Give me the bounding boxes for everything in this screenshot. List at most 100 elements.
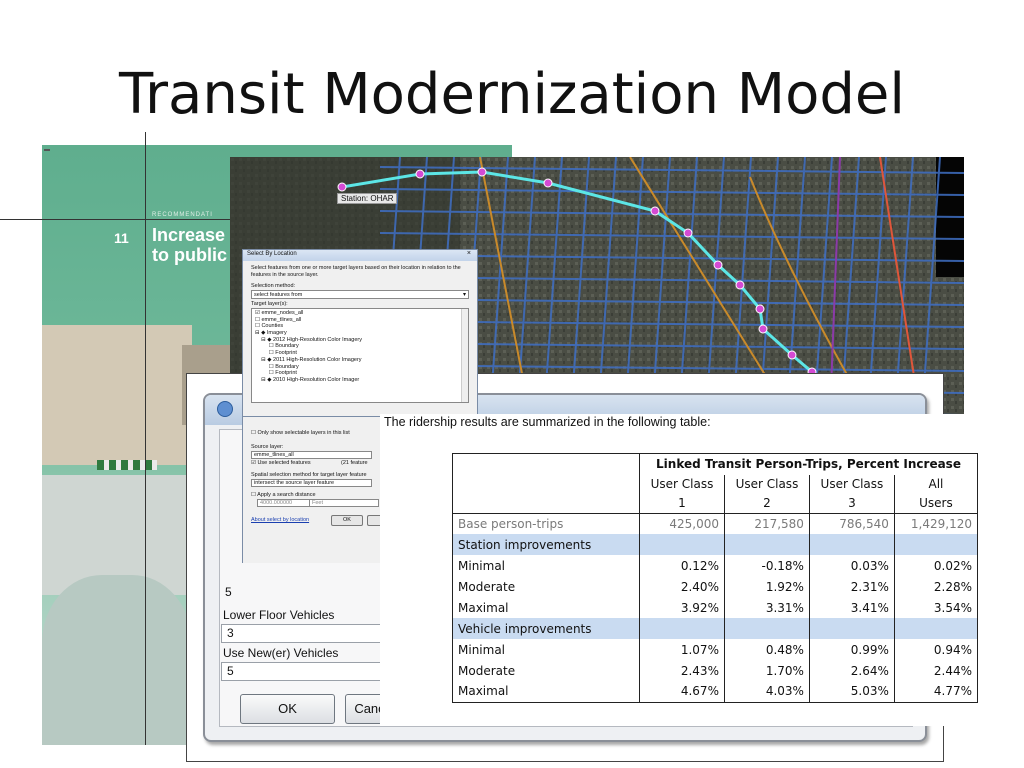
layer-list-item[interactable]: ☐ emme_tlines_all xyxy=(255,317,465,324)
table-row: Maximal 4.67% 4.03% 5.03% 4.77% xyxy=(453,681,978,702)
sbl-cancel-button[interactable] xyxy=(367,515,380,526)
about-link[interactable]: About select by location xyxy=(251,517,309,523)
table-cell xyxy=(893,534,978,555)
station-marker[interactable] xyxy=(683,228,693,238)
sbl-ok-button[interactable]: OK xyxy=(331,515,363,526)
dialog-description: Select features from one or more target … xyxy=(251,265,461,278)
poster-building xyxy=(42,325,192,465)
feature-count: (21 feature xyxy=(341,460,368,466)
station-marker[interactable] xyxy=(337,182,347,192)
table-cell xyxy=(723,534,810,555)
layer-list-item[interactable]: ☐ Footprint xyxy=(255,350,465,357)
row-label: Minimal xyxy=(458,558,506,573)
layer-list-item[interactable]: ☐ Counties xyxy=(255,323,465,330)
table-cell: 0.12% xyxy=(639,555,725,576)
table-cell: 2.43% xyxy=(639,660,725,681)
corner-cell xyxy=(453,454,640,475)
selection-method-select[interactable]: select features from ▾ xyxy=(251,290,469,299)
use-selected-row: ☑ Use selected features (21 feature xyxy=(243,459,380,467)
table-cell: 3.54% xyxy=(893,597,978,618)
table-cell: 3.92% xyxy=(639,597,725,618)
column-header-line: Users xyxy=(919,495,953,510)
table-row: Station improvements xyxy=(452,534,978,555)
target-layers-label: Target layer(s): xyxy=(251,301,288,307)
row-label: Moderate xyxy=(458,663,516,678)
station-marker[interactable] xyxy=(713,260,723,270)
chevron-down-icon: ▾ xyxy=(462,292,466,298)
table-cell: 2.64% xyxy=(808,660,895,681)
table-cell: 1,429,120 xyxy=(893,513,978,534)
poster-awning xyxy=(97,460,157,470)
table-cell xyxy=(639,534,725,555)
table-cell: 4.03% xyxy=(723,681,810,702)
column-header-line: User Class xyxy=(650,476,714,491)
table-cell xyxy=(893,618,978,639)
slide-title: Transit Modernization Model xyxy=(119,62,905,127)
station-marker[interactable] xyxy=(735,280,745,290)
use-newer-input[interactable]: 5 xyxy=(221,662,386,681)
dialog-title: Select By Location xyxy=(247,251,297,257)
column-header: User Class 1 xyxy=(639,474,725,514)
layer-list-item[interactable]: ⊟ ◆ 2010 High-Resolution Color Imager xyxy=(255,377,465,384)
source-layer-select[interactable]: emme_tlines_all xyxy=(251,451,372,459)
table-cell: 5.03% xyxy=(808,681,895,702)
table-cell xyxy=(723,618,810,639)
table-cell: 0.02% xyxy=(893,555,978,576)
table-row: Maximal 3.92% 3.31% 3.41% 3.54% xyxy=(453,597,978,618)
distance-row: 4000.000000 Feet xyxy=(243,499,380,509)
dialog-title-bar: Select By Location × xyxy=(243,250,477,261)
target-layers-list[interactable]: ☑ emme_nodes_all ☐ emme_tlines_all ☐ Count… xyxy=(251,308,469,403)
layer-list-item[interactable]: ⊟ ◆ 2011 High-Resolution Color Imagery xyxy=(255,357,465,364)
poster-heading-line: to public xyxy=(152,245,227,265)
selection-method-label: Selection method: xyxy=(251,283,296,289)
table-cell xyxy=(639,618,725,639)
select-by-location-dialog: Select By Location × Select features fro… xyxy=(242,249,478,417)
station-marker[interactable] xyxy=(755,304,765,314)
layer-list-item[interactable]: ☑ emme_nodes_all xyxy=(255,310,465,317)
source-layer-label: Source layer: xyxy=(251,444,284,450)
station-marker[interactable] xyxy=(650,206,660,216)
lower-floor-label: Lower Floor Vehicles xyxy=(223,608,335,622)
table-cell: 2.44% xyxy=(893,660,978,681)
use-newer-label: Use New(er) Vehicles xyxy=(223,646,339,660)
station-marker[interactable] xyxy=(543,178,553,188)
app-icon xyxy=(217,401,233,417)
poster-heading: Increase to public xyxy=(152,225,227,265)
table-cell: 2.31% xyxy=(808,576,895,597)
station-marker[interactable] xyxy=(415,169,425,179)
scrollbar[interactable] xyxy=(461,309,468,402)
use-selected-checkbox[interactable]: ☑ Use selected features xyxy=(251,460,311,466)
station-marker[interactable] xyxy=(758,324,768,334)
layer-list-item[interactable]: ☐ Footprint xyxy=(255,370,465,377)
apply-distance-checkbox[interactable]: ☐ Apply a search distance xyxy=(243,491,380,499)
distance-unit-select[interactable]: Feet xyxy=(309,499,379,507)
station-marker[interactable] xyxy=(787,350,797,360)
ok-button[interactable]: OK xyxy=(240,694,335,724)
column-header: User Class 2 xyxy=(723,474,810,514)
column-header: All Users xyxy=(893,474,978,514)
spatial-method-select[interactable]: intersect the source layer feature xyxy=(251,479,372,487)
table-cell: 0.48% xyxy=(723,639,810,660)
page-mark xyxy=(44,149,50,151)
layer-list-item[interactable]: ⊟ ◆ Imagery xyxy=(255,330,465,337)
table-cell xyxy=(808,534,895,555)
table-cell: 2.28% xyxy=(893,576,978,597)
poster-heading-line: Increase xyxy=(152,225,226,245)
table-cell: 425,000 xyxy=(639,513,725,534)
distance-input[interactable]: 4000.000000 xyxy=(257,499,315,507)
dialog-footer: About select by location OK xyxy=(243,515,380,531)
lower-floor-input[interactable]: 3 xyxy=(221,624,386,643)
column-header-line: 2 xyxy=(763,495,771,510)
table-cell: 2.40% xyxy=(639,576,725,597)
poster-people xyxy=(42,575,192,745)
table-cell: 4.67% xyxy=(639,681,725,702)
only-selectable-checkbox[interactable]: ☐ Only show selectable layers in this li… xyxy=(243,429,380,437)
station-label: Station: OHAR xyxy=(337,193,398,204)
row-label: Minimal xyxy=(458,642,506,657)
close-icon[interactable]: × xyxy=(467,250,471,257)
station-marker[interactable] xyxy=(477,167,487,177)
select-by-location-dialog-lower: ☐ Only show selectable layers in this li… xyxy=(242,417,380,563)
table-row: Moderate 2.43% 1.70% 2.64% 2.44% xyxy=(453,660,978,681)
column-header-line: 3 xyxy=(848,495,856,510)
row-label: Maximal xyxy=(458,600,509,615)
